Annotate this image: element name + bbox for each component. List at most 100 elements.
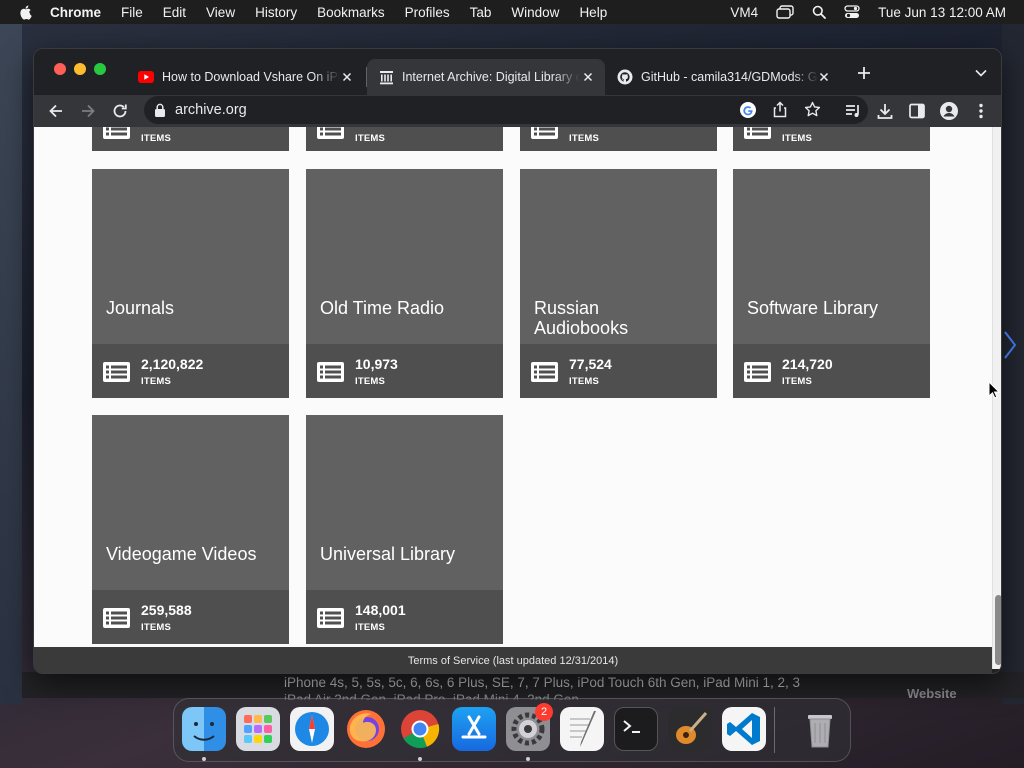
reload-icon[interactable] (110, 101, 130, 121)
control-center-icon[interactable] (844, 5, 860, 19)
item-count-unit: ITEMS (355, 622, 386, 633)
collection-card-partial[interactable]: ITEMS (520, 127, 717, 151)
browser-toolbar: archive.org (34, 95, 1001, 127)
safari-app-icon[interactable] (290, 707, 334, 751)
card-stats: 148,001 ITEMS (306, 590, 503, 644)
vscode-logo-icon (727, 713, 760, 745)
menu-edit[interactable]: Edit (163, 5, 186, 20)
menu-help[interactable]: Help (579, 5, 607, 20)
collection-card-videogame-videos[interactable]: Videogame Videos 259,588 ITEMS (92, 415, 289, 644)
collection-card-partial[interactable]: ITEMS (733, 127, 930, 151)
menu-tab[interactable]: Tab (470, 5, 492, 20)
spotlight-search-icon[interactable] (812, 5, 827, 19)
menu-view[interactable]: View (206, 5, 235, 20)
share-icon[interactable] (772, 101, 788, 118)
terminal-prompt-icon (623, 720, 640, 733)
apple-menu-icon[interactable] (18, 4, 34, 20)
app-store-app-icon[interactable] (452, 707, 496, 751)
tab-youtube[interactable]: How to Download Vshare On iPhone (126, 59, 364, 95)
media-playlist-icon[interactable] (843, 101, 863, 121)
macos-dock: 2 (173, 698, 851, 762)
menu-bar-status-area: VM4 Tue Jun 13 12:00 AM (712, 0, 1006, 24)
menu-bar-clock[interactable]: Tue Jun 13 12:00 AM (878, 5, 1006, 20)
menu-history[interactable]: History (255, 5, 297, 20)
running-indicator (526, 757, 530, 761)
app-store-a-icon (461, 715, 487, 739)
launchpad-app-icon[interactable] (236, 707, 280, 751)
notification-badge: 2 (535, 703, 553, 721)
list-icon (531, 127, 558, 139)
textedit-app-icon[interactable] (560, 707, 604, 751)
tab-github[interactable]: GitHub - camila314/GDMods: Geometry (605, 59, 841, 95)
item-count: 2,120,822 (141, 356, 204, 372)
card-stats: ITEMS (733, 127, 930, 151)
terms-of-service-link[interactable]: Terms of Service (last updated 12/31/201… (34, 647, 992, 673)
menu-window[interactable]: Window (511, 5, 559, 20)
window-switcher-icon[interactable] (776, 5, 794, 19)
collection-card-journals[interactable]: Journals 2,120,822 ITEMS (92, 169, 289, 398)
collection-card-software-library[interactable]: Software Library 214,720 ITEMS (733, 169, 930, 398)
item-count-unit: ITEMS (782, 376, 813, 387)
archive-icon (380, 70, 393, 84)
collection-card-old-time-radio[interactable]: Old Time Radio 10,973 ITEMS (306, 169, 503, 398)
new-tab-button[interactable] (856, 65, 872, 81)
window-zoom-button[interactable] (94, 63, 106, 75)
background-device-list-text: iPhone 4s, 5, 5s, 5c, 6, 6s, 6 Plus, SE,… (284, 675, 801, 690)
item-count-unit: ITEMS (141, 376, 172, 387)
window-close-button[interactable] (54, 63, 66, 75)
vscode-app-icon[interactable] (722, 707, 766, 751)
tab-title: How to Download Vshare On iPhone (162, 70, 340, 84)
terminal-app-icon[interactable] (614, 707, 658, 751)
vm-label[interactable]: VM4 (730, 5, 758, 20)
tab-close-icon[interactable] (581, 70, 595, 84)
list-icon (317, 362, 344, 382)
collection-card-partial[interactable]: ITEMS (306, 127, 503, 151)
bookmark-star-icon[interactable] (804, 101, 821, 118)
running-indicator (418, 757, 422, 761)
collection-card-russian-audiobooks[interactable]: Russian Audiobooks 77,524 ITEMS (520, 169, 717, 398)
side-panel-icon[interactable] (907, 101, 927, 121)
running-indicator (202, 757, 206, 761)
google-lens-icon[interactable] (740, 102, 756, 118)
collection-card-universal-library[interactable]: Universal Library 148,001 ITEMS (306, 415, 503, 644)
menu-bookmarks[interactable]: Bookmarks (317, 5, 385, 20)
download-icon[interactable] (875, 101, 895, 121)
item-count: 148,001 (355, 602, 406, 618)
tab-close-icon[interactable] (340, 70, 354, 84)
tab-search-chevron-icon[interactable] (974, 67, 988, 79)
window-minimize-button[interactable] (74, 63, 86, 75)
list-icon (531, 362, 558, 382)
tab-title: Internet Archive: Digital Library of Fre… (402, 70, 580, 84)
scrollbar-thumb[interactable] (995, 595, 1001, 665)
menu-file[interactable]: File (121, 5, 143, 20)
item-count-unit: ITEMS (355, 133, 386, 144)
tab-internet-archive[interactable]: Internet Archive: Digital Library of Fre… (367, 59, 605, 95)
list-icon (744, 362, 771, 382)
chrome-app-icon[interactable] (398, 707, 442, 751)
trash-app-icon[interactable] (798, 707, 842, 751)
address-bar[interactable]: archive.org (144, 96, 868, 124)
lock-icon[interactable] (154, 103, 166, 117)
finder-app-icon[interactable] (182, 707, 226, 751)
url-text[interactable]: archive.org (175, 102, 247, 118)
more-menu-icon[interactable] (971, 101, 991, 121)
menu-profiles[interactable]: Profiles (405, 5, 450, 20)
item-count: 10,973 (355, 356, 398, 372)
back-arrow-icon[interactable] (46, 101, 66, 121)
collection-name: Software Library (747, 298, 879, 318)
carousel-next-arrow-icon[interactable] (1003, 330, 1017, 360)
garageband-app-icon[interactable] (668, 707, 712, 751)
guitar-icon (676, 712, 708, 744)
youtube-icon (138, 71, 154, 83)
chrome-window: How to Download Vshare On iPhone Interne… (33, 48, 1002, 674)
menu-app-name[interactable]: Chrome (50, 5, 101, 20)
item-count-unit: ITEMS (569, 376, 600, 387)
background-window (1002, 24, 1024, 704)
card-stats: ITEMS (306, 127, 503, 151)
collection-card-partial[interactable]: ITEMS (92, 127, 289, 151)
desktop-background (0, 24, 22, 704)
tab-close-icon[interactable] (817, 70, 831, 84)
firefox-app-icon[interactable] (344, 707, 388, 751)
forward-arrow-icon[interactable] (78, 101, 98, 121)
profile-avatar-icon[interactable] (939, 101, 959, 121)
